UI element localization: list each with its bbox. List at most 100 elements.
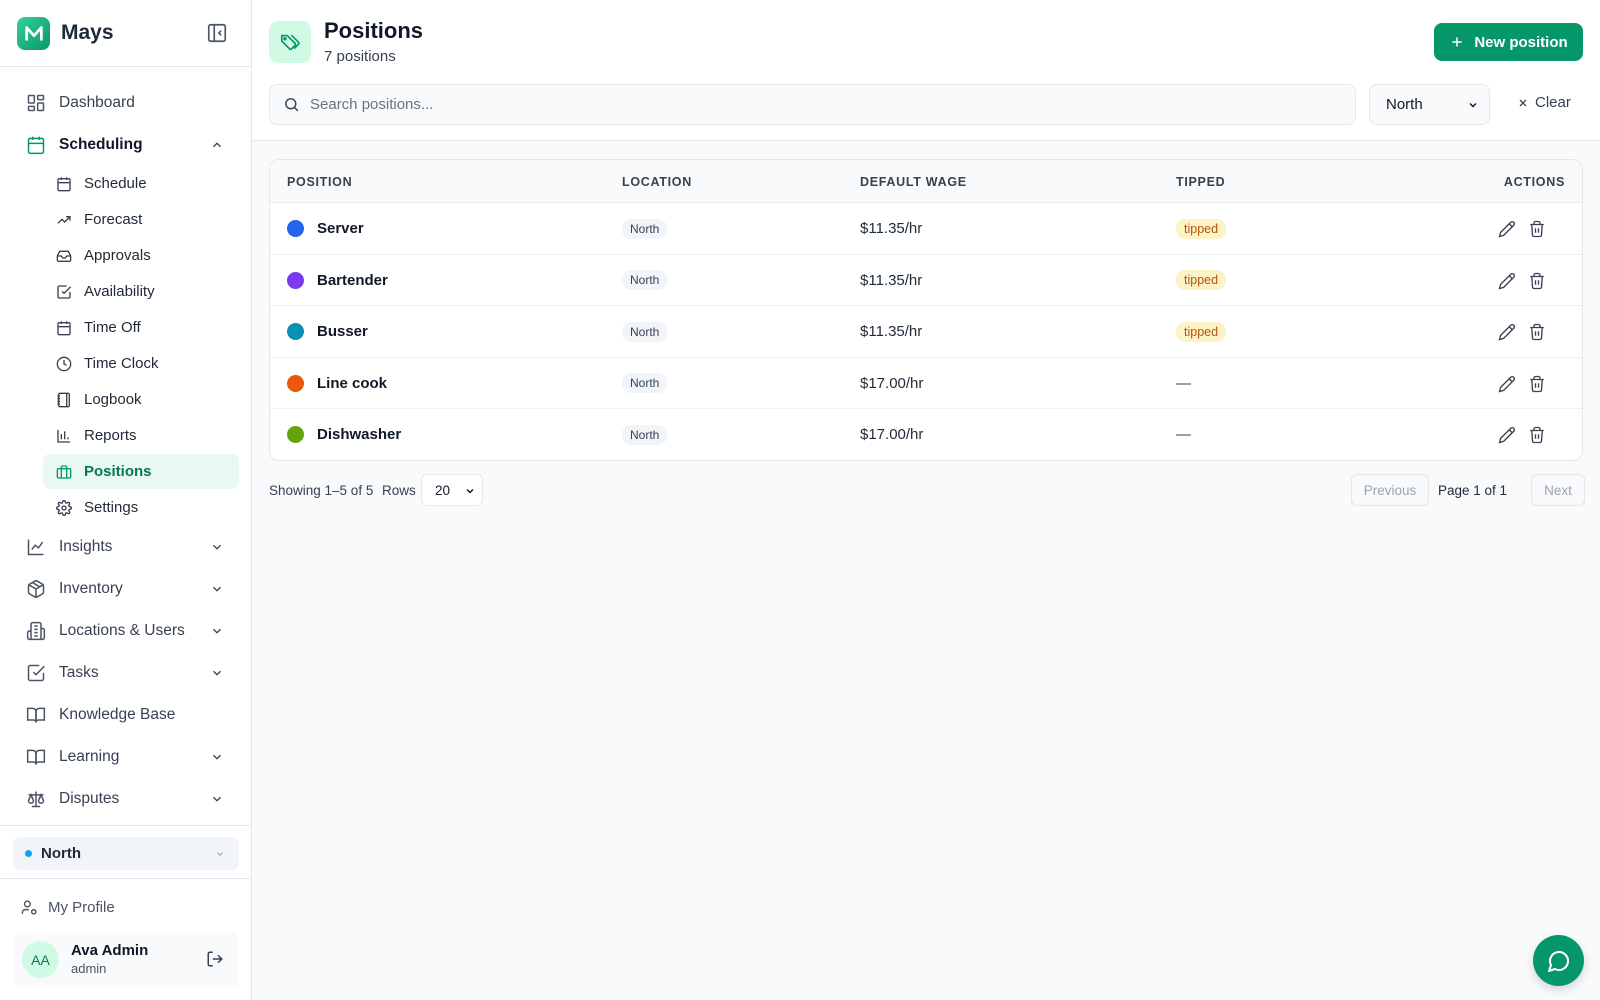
main-content: Positions 7 positions New position North… (252, 0, 1600, 1000)
wage-cell: $11.35/hr (860, 271, 923, 289)
rows-label: Rows (382, 483, 416, 498)
location-switcher[interactable]: North (13, 837, 239, 870)
position-cell: Bartender (287, 255, 388, 306)
table-row[interactable]: Busser North $11.35/hr tipped (270, 306, 1582, 358)
user-role: admin (71, 961, 107, 976)
position-color-dot (287, 374, 304, 392)
sidebar-item-label: Schedule (84, 175, 147, 192)
sidebar-item-scheduling[interactable]: Scheduling (0, 124, 251, 166)
notebook-icon (56, 392, 72, 408)
calendar-icon (25, 135, 47, 155)
bar-chart-icon (56, 428, 72, 444)
position-name: Busser (317, 323, 368, 340)
sidebar-item-availability[interactable]: Availability (43, 274, 239, 309)
column-header-position[interactable]: POSITION (287, 175, 352, 189)
briefcase-icon (56, 464, 72, 480)
wage-cell: $17.00/hr (860, 426, 924, 443)
chevron-down-icon (210, 624, 224, 638)
logout-icon[interactable] (206, 950, 224, 968)
location-status-dot (25, 850, 32, 857)
user-cog-icon (21, 899, 38, 916)
table-row[interactable]: Dishwasher North $17.00/hr — (270, 409, 1582, 460)
trash-icon[interactable] (1528, 375, 1546, 393)
column-header-location[interactable]: LOCATION (622, 175, 692, 189)
location-cell: North (622, 358, 668, 409)
sidebar-item-reports[interactable]: Reports (43, 418, 239, 453)
package-icon (25, 579, 47, 599)
clear-filters-button[interactable]: Clear (1517, 94, 1571, 111)
tipped-cell: tipped (1176, 306, 1227, 357)
gear-icon (56, 499, 72, 516)
position-color-dot (287, 426, 304, 443)
trash-icon[interactable] (1528, 426, 1546, 444)
chevron-up-icon (210, 138, 224, 152)
sidebar-item-label: Inventory (59, 580, 123, 597)
edit-pencil-icon[interactable] (1498, 375, 1516, 393)
table-row[interactable]: Line cook North $17.00/hr — (270, 358, 1582, 409)
rows-per-page-select[interactable]: 20 (421, 474, 483, 506)
column-header-actions: ACTIONS (1503, 175, 1565, 189)
position-color-dot (287, 323, 304, 340)
page-info: Page 1 of 1 (1438, 483, 1508, 498)
location-chip: North (622, 373, 668, 393)
trending-up-icon (56, 212, 72, 228)
table-pagination: Showing 1–5 of 5 Rows 20 Previous Page 1… (269, 474, 1585, 507)
avatar: AA (22, 941, 59, 978)
sidebar-item-forecast[interactable]: Forecast (43, 202, 239, 237)
location-chip: North (622, 270, 668, 290)
column-header-tipped[interactable]: TIPPED (1176, 175, 1225, 189)
table-row[interactable]: Bartender North $11.35/hr tipped (270, 255, 1582, 306)
sidebar-item-insights[interactable]: Insights (0, 526, 251, 568)
trash-icon[interactable] (1528, 323, 1546, 341)
table-row[interactable]: Server North $11.35/hr tipped (270, 203, 1582, 255)
location-filter-value: North (1386, 96, 1423, 113)
new-position-label: New position (1474, 33, 1568, 51)
sidebar-item-positions[interactable]: Positions (43, 454, 239, 489)
sidebar-item-settings[interactable]: Settings (43, 490, 239, 525)
edit-pencil-icon[interactable] (1498, 426, 1516, 444)
edit-pencil-icon[interactable] (1498, 323, 1516, 341)
wage-cell: $11.35/hr (860, 220, 923, 237)
page-subtitle: 7 positions (324, 48, 396, 65)
sidebar-item-inventory[interactable]: Inventory (0, 568, 251, 610)
sidebar-item-disputes[interactable]: Disputes (0, 778, 251, 820)
sidebar-item-label: Scheduling (59, 136, 143, 153)
next-page-button[interactable]: Next (1531, 474, 1585, 506)
search-input[interactable] (310, 96, 1310, 113)
sidebar-item-tasks[interactable]: Tasks (0, 652, 251, 694)
chat-bubble-icon[interactable] (1533, 935, 1584, 986)
edit-pencil-icon[interactable] (1498, 272, 1516, 290)
position-name: Dishwasher (317, 426, 402, 443)
sidebar-item-label: Insights (59, 538, 113, 555)
sidebar-item-knowledge-base[interactable]: Knowledge Base (0, 694, 251, 736)
edit-pencil-icon[interactable] (1498, 220, 1516, 238)
user-name: Ava Admin (71, 942, 149, 959)
sidebar-item-schedule[interactable]: Schedule (43, 166, 239, 201)
chevron-down-icon (210, 582, 224, 596)
column-header-default-wage[interactable]: DEFAULT WAGE (860, 175, 967, 189)
sidebar-item-learning[interactable]: Learning (0, 736, 251, 778)
scale-icon (25, 789, 47, 809)
chevron-down-icon (210, 792, 224, 806)
sidebar-item-time-clock[interactable]: Time Clock (43, 346, 239, 381)
location-filter-select[interactable]: North (1369, 84, 1490, 125)
sidebar-collapse-icon[interactable] (206, 22, 228, 44)
app-logo[interactable] (17, 16, 50, 50)
sidebar-item-time-off[interactable]: Time Off (43, 310, 239, 345)
sidebar-item-dashboard[interactable]: Dashboard (0, 82, 251, 124)
sidebar-item-logbook[interactable]: Logbook (43, 382, 239, 417)
tipped-cell: tipped (1176, 255, 1227, 306)
sidebar-item-locations-users[interactable]: Locations & Users (0, 610, 251, 652)
position-cell: Line cook (287, 358, 387, 409)
trash-icon[interactable] (1528, 220, 1546, 238)
chevron-down-icon (464, 485, 476, 497)
new-position-button[interactable]: New position (1434, 23, 1583, 61)
previous-page-button[interactable]: Previous (1351, 474, 1429, 506)
sidebar-item-approvals[interactable]: Approvals (43, 238, 239, 273)
tipped-cell: — (1176, 409, 1191, 460)
my-profile-link[interactable]: My Profile (21, 899, 115, 916)
inbox-icon (56, 248, 72, 264)
my-profile-label: My Profile (48, 899, 115, 916)
clock-icon (56, 356, 72, 372)
trash-icon[interactable] (1528, 272, 1546, 290)
